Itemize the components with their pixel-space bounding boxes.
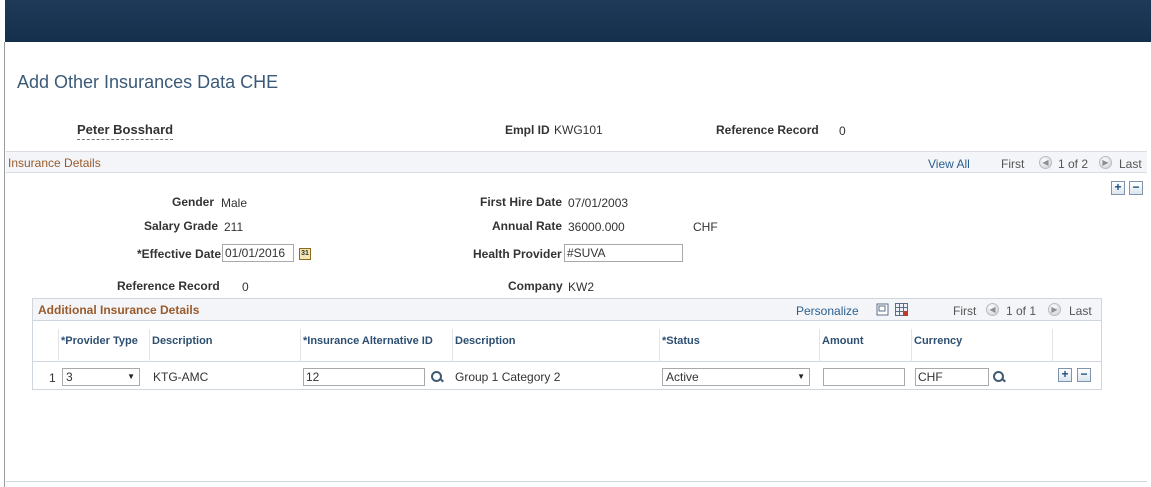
insurance-alternative-id-input[interactable]: 12 (303, 368, 425, 386)
amount-input[interactable] (823, 368, 905, 386)
effective-date-label: *Effective Date (137, 247, 222, 261)
grid-previous-icon[interactable]: ◀ (986, 303, 999, 316)
column-header-insurance-alternative-id[interactable]: *Insurance Alternative ID (301, 329, 453, 362)
gender-value: Male (221, 196, 248, 210)
provider-type-value: 3 (66, 370, 73, 384)
last-link[interactable]: Last (1119, 157, 1142, 171)
add-grid-row-icon[interactable]: + (1058, 368, 1072, 382)
currency-lookup-icon[interactable] (993, 371, 1005, 383)
first-hire-date-value: 07/01/2003 (568, 196, 629, 210)
status-value: Active (666, 370, 699, 384)
reference-record-detail-value: 0 (242, 280, 249, 294)
column-header-description-2[interactable]: Description (453, 329, 660, 362)
grid-last-link[interactable]: Last (1069, 304, 1092, 318)
row-number: 1 (49, 371, 56, 385)
reference-record-detail-label: Reference Record (117, 279, 220, 293)
grid-next-icon[interactable]: ▶ (1048, 303, 1061, 316)
effective-date-input[interactable]: 01/01/2016 (222, 244, 294, 262)
column-header-amount[interactable]: Amount (820, 329, 912, 362)
employee-name[interactable]: Peter Bosshard (77, 122, 174, 140)
health-provider-input[interactable]: #SUVA (564, 244, 683, 262)
annual-rate-currency: CHF (693, 220, 718, 234)
health-provider-label: Health Provider (473, 247, 562, 261)
zoom-grid-icon[interactable] (876, 303, 889, 316)
insurance-alternative-description: Group 1 Category 2 (455, 370, 561, 384)
provider-type-select[interactable]: 3 ▼ (62, 368, 140, 386)
grid-first-link[interactable]: First (953, 304, 976, 318)
salary-grade-label: Salary Grade (144, 219, 219, 233)
provider-description: KTG-AMC (153, 370, 209, 384)
currency-input[interactable]: CHF (915, 368, 989, 386)
frame-border (4, 42, 5, 487)
column-header-status[interactable]: *Status (660, 329, 820, 362)
chevron-down-icon: ▼ (127, 372, 135, 381)
alternative-id-lookup-icon[interactable] (431, 371, 443, 383)
grid-title: Additional Insurance Details (38, 303, 200, 317)
next-icon[interactable]: ▶ (1099, 156, 1112, 169)
chevron-down-icon: ▼ (797, 372, 805, 381)
pager-text: 1 of 2 (1058, 157, 1089, 171)
status-select[interactable]: Active ▼ (662, 368, 810, 386)
company-value: KW2 (568, 280, 595, 294)
page-title: Add Other Insurances Data CHE (17, 72, 279, 92)
additional-insurance-grid: Additional Insurance Details Personalize… (32, 298, 1102, 390)
grid-header-bar: Additional Insurance Details Personalize… (33, 299, 1101, 321)
column-header-description[interactable]: Description (150, 329, 301, 362)
insurance-details-title: Insurance Details (8, 156, 101, 170)
empl-id-value: KWG101 (554, 123, 603, 137)
annual-rate-value: 36000.000 (568, 220, 625, 234)
insurance-details-bar: Insurance Details View All First ◀ 1 of … (6, 151, 1147, 173)
empl-id-label: Empl ID (505, 123, 550, 137)
row-number-column-header (33, 329, 59, 362)
add-row-icon[interactable]: + (1111, 181, 1125, 195)
delete-row-icon[interactable]: − (1129, 181, 1143, 195)
bottom-divider (6, 481, 1147, 482)
header-bar (0, 0, 1151, 42)
gender-label: Gender (172, 195, 215, 209)
first-link[interactable]: First (1001, 157, 1024, 171)
annual-rate-label: Annual Rate (492, 219, 563, 233)
salary-grade-value: 211 (224, 220, 244, 234)
download-grid-icon[interactable] (895, 303, 908, 316)
personalize-link[interactable]: Personalize (796, 304, 859, 318)
grid-pager-text: 1 of 1 (1006, 304, 1037, 318)
delete-grid-row-icon[interactable]: − (1077, 368, 1091, 382)
column-header-currency[interactable]: Currency (912, 329, 1053, 362)
calendar-icon[interactable]: 31 (299, 248, 311, 260)
company-label: Company (508, 279, 563, 293)
reference-record-label: Reference Record (716, 123, 819, 137)
first-hire-date-label: First Hire Date (480, 195, 563, 209)
previous-icon[interactable]: ◀ (1039, 156, 1052, 169)
view-all-link[interactable]: View All (928, 157, 970, 171)
column-header-provider-type[interactable]: *Provider Type (59, 329, 150, 362)
reference-record-value: 0 (839, 124, 846, 138)
